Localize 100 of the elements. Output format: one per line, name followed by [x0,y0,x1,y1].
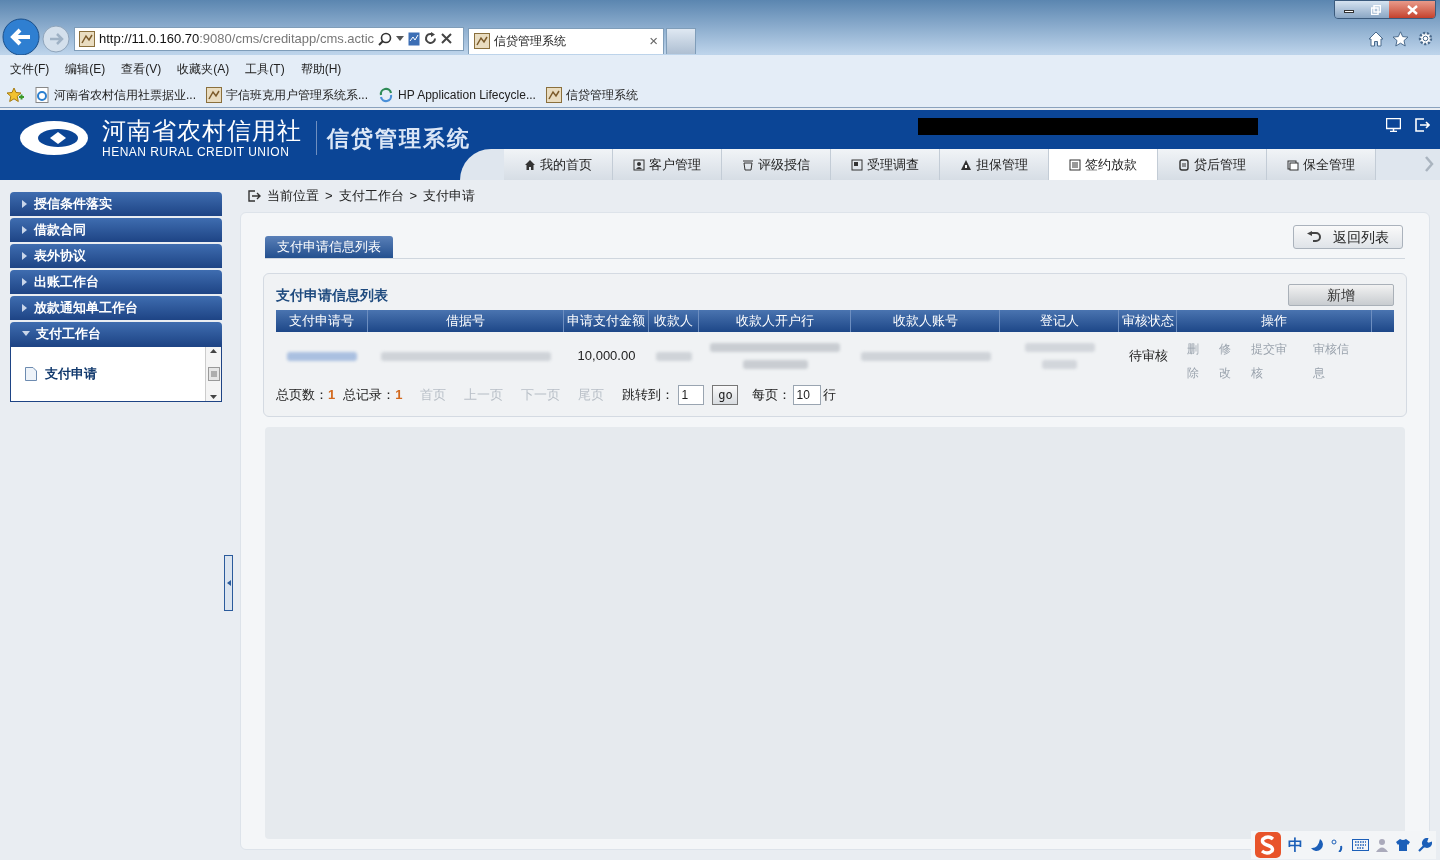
menu-item[interactable]: 文件(F) [10,59,50,78]
tab-title: 信贷管理系统 [494,33,567,51]
tab-icon [851,158,863,171]
document-icon [25,367,37,381]
blurred-text [1042,360,1077,369]
column-header[interactable]: 收款人 [649,310,699,332]
nav-tab[interactable]: 评级授信 [722,149,831,180]
amount-cell-text: 10,000.00 [577,347,636,366]
star-icon[interactable] [1392,30,1409,47]
nav-tab[interactable]: 受理调查 [831,149,940,180]
caret-down-icon [22,331,30,337]
column-header[interactable]: 申请支付金额 [564,310,649,332]
keyboard-icon[interactable] [1352,839,1369,851]
nav-tab[interactable]: 我的首页 [504,149,613,180]
shirt-icon[interactable] [1395,838,1411,852]
close-icon[interactable] [1406,4,1418,15]
sidebar-item[interactable]: 放款通知单工作台 [10,296,222,320]
blurred-text [1024,343,1095,352]
per-page-unit: 行 [823,386,837,405]
caret-right-icon [22,226,28,234]
menu-item[interactable]: 工具(T) [245,59,285,78]
per-page-label: 每页： [752,386,792,405]
total-pages: 总页数：1 [276,386,336,405]
moon-icon[interactable] [1310,838,1324,852]
stop-icon[interactable] [441,33,453,45]
page-icon [545,86,562,103]
menu-item[interactable]: 查看(V) [121,59,162,78]
scrollbar[interactable] [205,347,221,401]
blurred-text [656,351,692,361]
favorite-link[interactable]: HP Application Lifecycle... [378,85,536,104]
column-header[interactable]: 收款人开户行 [699,310,851,332]
tab-icon [633,158,645,171]
sidebar-item[interactable]: 表外协议 [10,244,222,268]
sidebar-item[interactable]: 支付工作台 [10,322,222,346]
sidebar-item[interactable]: 授信条件落实 [10,192,222,216]
column-header[interactable]: 操作 [1177,310,1372,332]
column-header[interactable]: 借据号 [368,310,564,332]
panel-title: 支付申请信息列表 [276,285,388,305]
favorites-star-icon[interactable] [6,86,24,103]
page-number-field[interactable]: 1 [678,385,705,405]
menu-item[interactable]: 收藏夹(A) [177,59,230,78]
nav-tab[interactable]: 担保管理 [940,149,1049,180]
column-header[interactable]: 审核状态 [1119,310,1177,332]
column-header[interactable]: 登记人 [1000,310,1119,332]
total-records: 总记录：1 [343,386,403,405]
address-text: http://11.0.160.70:9080/cms/creditapp/cms.actic [99,29,375,48]
tab-icon [1069,158,1081,171]
return-arrow-icon [1307,231,1321,243]
blurred-text [287,351,357,361]
search-icon[interactable] [378,31,393,46]
tab-icon [742,158,754,171]
caret-right-icon [22,252,28,260]
org-name: 河南省农村信用社 [102,118,302,143]
favorite-link[interactable]: 信贷管理系统 [545,85,638,104]
compatibility-icon[interactable] [408,31,421,46]
sidebar-item[interactable]: 借款合同 [10,218,222,242]
swirl-icon [378,86,395,103]
sogou-logo-icon[interactable] [1255,832,1281,858]
caret-right-icon [22,304,28,312]
return-button[interactable]: 返回列表 [1293,225,1403,249]
jump-label: 跳转到： [622,386,675,405]
refresh-icon[interactable] [424,32,438,46]
home-icon[interactable] [1368,30,1384,47]
menu-item[interactable]: 编辑(E) [65,59,106,78]
browser-tab[interactable]: 信贷管理系统 × [468,27,664,54]
minimize-icon[interactable] [1344,10,1354,13]
dropdown-icon[interactable] [396,35,405,42]
scroll-thumb-icon[interactable] [207,367,220,381]
add-button[interactable]: 新增 [1288,284,1394,306]
tab-close-button[interactable]: × [649,29,658,53]
monitor-icon[interactable] [1386,118,1401,132]
nav-tab[interactable]: 签约放款 [1049,149,1158,180]
page-tab[interactable]: 支付申请信息列表 [265,236,393,258]
sidebar-item[interactable]: 出账工作台 [10,270,222,294]
nav-tab[interactable]: 保全管理 [1267,149,1376,180]
address-bar[interactable]: http://11.0.160.70:9080/cms/creditapp/cms.actic [74,26,464,51]
collapse-handle[interactable] [224,555,233,611]
punctuation-icon[interactable] [1331,838,1345,852]
submenu-item[interactable]: 支付申请 [25,364,205,384]
nav-tab[interactable]: 贷后管理 [1158,149,1267,180]
go-button[interactable]: go [712,385,739,405]
tab-icon [960,158,972,171]
back-icon[interactable] [2,17,40,56]
ime-mode-text[interactable]: 中 [1288,833,1303,857]
caret-right-icon [22,200,28,208]
settings-icon[interactable] [1417,30,1434,48]
scroll-down-icon[interactable] [210,395,217,399]
wrench-icon[interactable] [1418,838,1432,852]
org-name-english: HENAN RURAL CREDIT UNION [102,145,291,158]
page-icon [79,30,95,47]
nav-tab[interactable]: 客户管理 [613,149,722,180]
logout-icon[interactable] [1415,118,1430,132]
favorite-link[interactable]: 河南省农村信用社票据业... [34,85,196,104]
page-icon [206,86,222,103]
column-header[interactable]: 支付申请号 [276,310,368,332]
column-header[interactable]: 收款人账号 [851,310,1000,332]
per-page-field[interactable]: 10 [793,385,822,405]
scroll-up-icon[interactable] [210,349,217,353]
menu-item[interactable]: 帮助(H) [300,59,342,78]
favorite-link[interactable]: 宇信班克用户管理系统系... [206,85,369,104]
